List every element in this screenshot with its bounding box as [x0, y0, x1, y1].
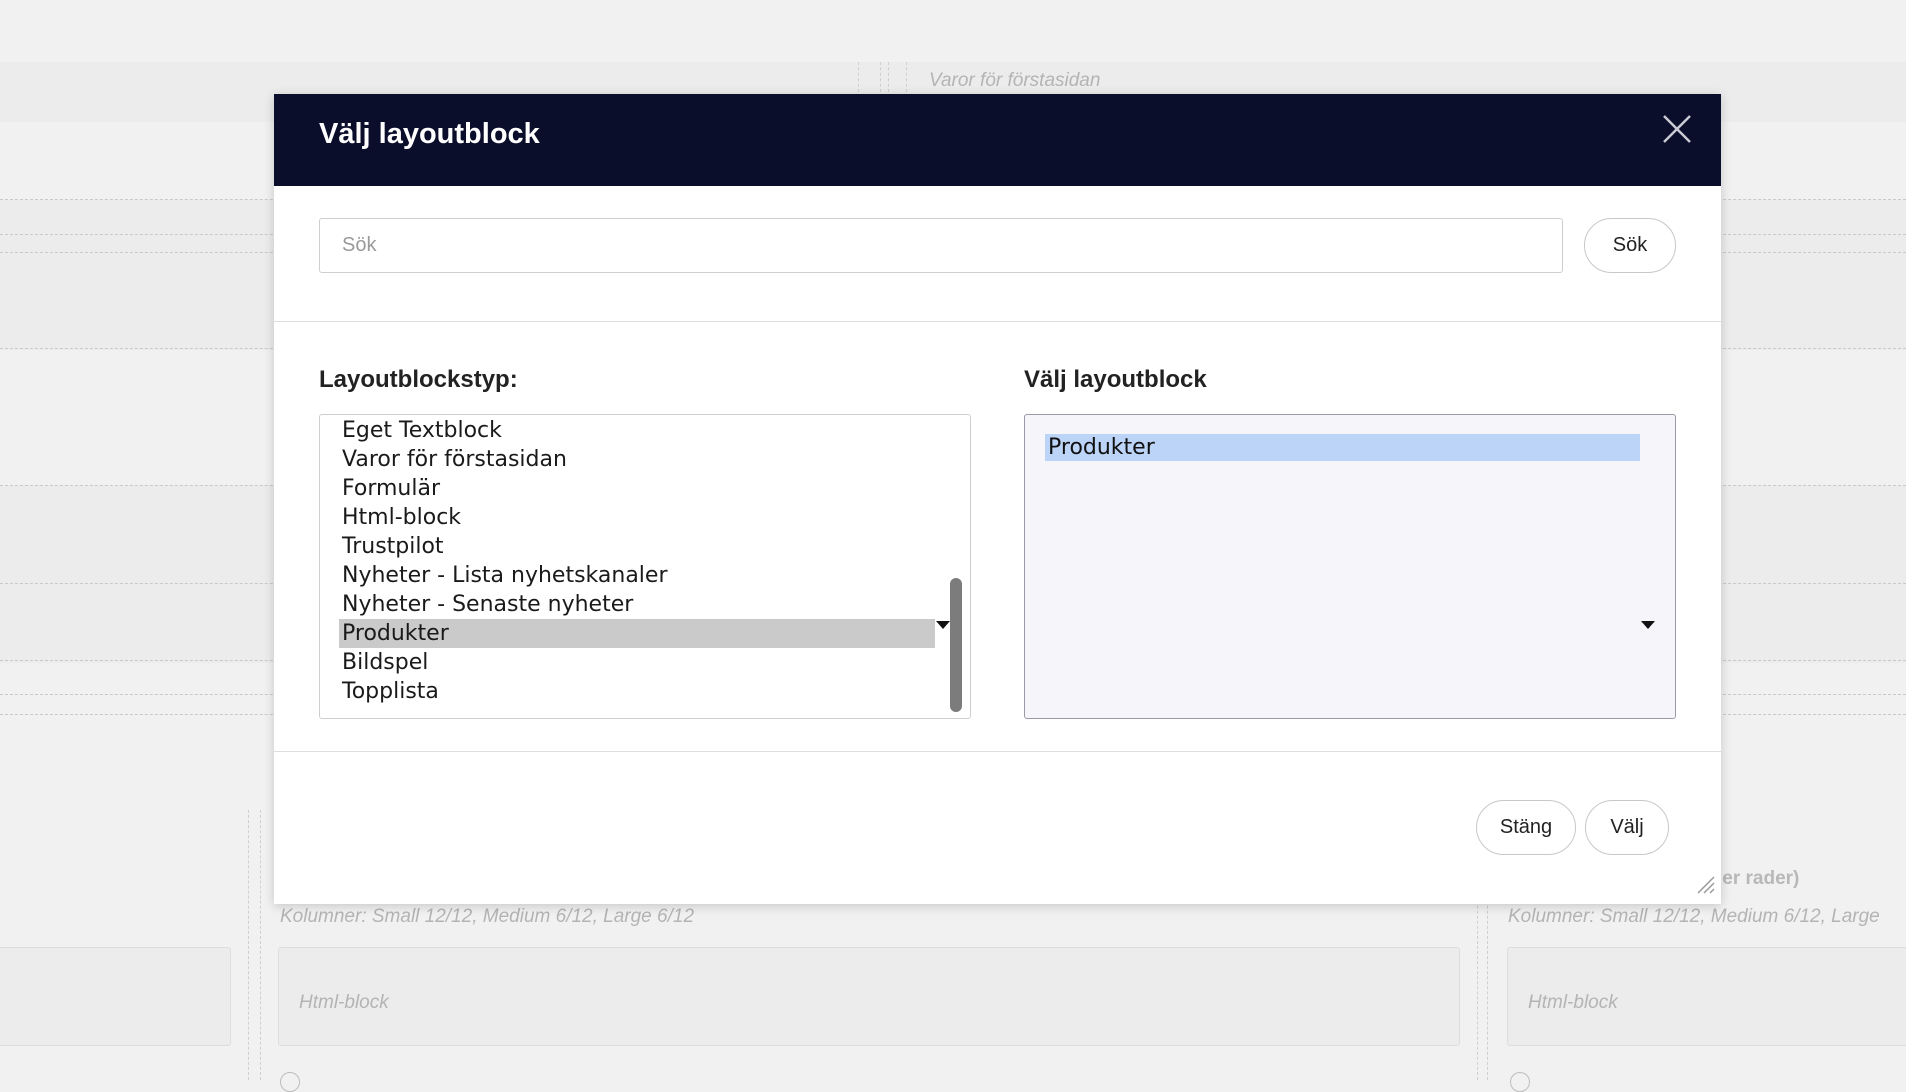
select-layoutblock-label: Välj layoutblock: [1024, 366, 1207, 393]
bg-vline: [906, 62, 907, 92]
bg-columns-label: Kolumner: Small 12/12, Medium 6/12, Larg…: [1508, 906, 1880, 927]
bg-card: Html-block: [1507, 947, 1906, 1046]
select-button[interactable]: Välj: [1585, 800, 1669, 855]
bg-columns-label: Kolumner: Small 12/12, Medium 6/12, Larg…: [280, 906, 695, 927]
search-button[interactable]: Sök: [1584, 218, 1676, 273]
bg-vline: [248, 810, 249, 1080]
dialog-header: Välj layoutblock: [274, 94, 1721, 186]
bg-heading: ler rader): [1717, 868, 1800, 889]
list-item[interactable]: Varor för förstasidan: [342, 445, 567, 474]
bg-radio: [280, 1072, 300, 1092]
list-item[interactable]: Trustpilot: [342, 532, 444, 561]
resize-grip-icon[interactable]: [1694, 873, 1716, 895]
list-item[interactable]: Html-block: [342, 503, 461, 532]
bg-card-label: Html-block: [1528, 992, 1618, 1013]
list-scrollbar[interactable]: [950, 578, 962, 712]
list-item[interactable]: Formulär: [342, 474, 440, 503]
divider: [274, 751, 1721, 752]
list-item[interactable]: Topplista: [342, 677, 439, 706]
bg-vline: [858, 62, 859, 92]
bg-radio: [1510, 1072, 1530, 1092]
close-button[interactable]: Stäng: [1476, 800, 1576, 855]
list-item[interactable]: Nyheter - Senaste nyheter: [342, 590, 633, 619]
bg-block-label: Varor för förstasidan: [929, 70, 1101, 91]
divider: [274, 321, 1721, 322]
chevron-down-icon: [1641, 621, 1655, 629]
bg-vline: [880, 62, 881, 92]
list-item[interactable]: Nyheter - Lista nyhetskanaler: [342, 561, 668, 590]
bg-card: [0, 947, 231, 1046]
layoutblock-type-label: Layoutblockstyp:: [319, 366, 518, 393]
bg-card: Html-block: [278, 947, 1460, 1046]
bg-card-label: Html-block: [299, 992, 389, 1013]
bg-vline: [888, 62, 889, 92]
bg-vline: [260, 810, 261, 1080]
list-item[interactable]: Eget Textblock: [342, 416, 502, 445]
search-input[interactable]: [319, 218, 1563, 273]
list-item[interactable]: Bildspel: [342, 648, 428, 677]
list-item-selected[interactable]: Produkter: [1045, 434, 1640, 461]
dialog-title: Välj layoutblock: [319, 118, 540, 150]
layoutblock-type-list[interactable]: Eget Textblock Varor för förstasidan For…: [319, 414, 971, 719]
close-icon[interactable]: [1658, 110, 1696, 148]
chevron-down-icon: [936, 621, 950, 629]
list-item-selected[interactable]: Produkter: [339, 619, 935, 648]
